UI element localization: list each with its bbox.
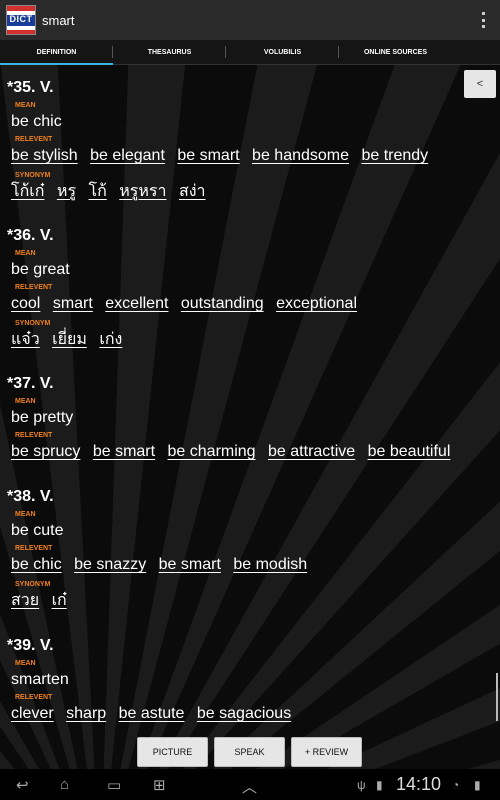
- recent-apps-icon[interactable]: ▭: [107, 776, 121, 794]
- tab-thesaurus[interactable]: THESAURUS: [113, 40, 226, 65]
- word-link[interactable]: be elegant: [90, 147, 165, 164]
- word-link[interactable]: be beautiful: [368, 443, 451, 460]
- mean-text: be chic: [11, 113, 62, 130]
- word-link[interactable]: be trendy: [361, 147, 428, 164]
- word-link[interactable]: be stylish: [11, 147, 78, 164]
- mean-label: MEAN: [15, 660, 36, 667]
- relevent-label: RELEVENT: [15, 694, 53, 701]
- app-logo-icon[interactable]: DICT: [6, 5, 36, 35]
- word-link[interactable]: แจ๋ว: [11, 331, 40, 348]
- sd-card-icon: ▮: [376, 778, 383, 792]
- word-link[interactable]: be smart: [93, 443, 155, 460]
- relevent-words: be chic be snazzy be smart be modish: [11, 554, 497, 578]
- word-link[interactable]: สง่า: [179, 183, 206, 200]
- word-link[interactable]: be sagacious: [197, 705, 291, 722]
- mean-text: be cute: [11, 522, 64, 539]
- relevent-words: be sprucy be smart be charming be attrac…: [11, 441, 497, 465]
- battery-icon: ▮: [474, 778, 481, 792]
- search-term-title: smart: [42, 12, 75, 28]
- word-link[interactable]: be handsome: [252, 147, 349, 164]
- mean-label: MEAN: [15, 102, 36, 109]
- clock: 14:10: [396, 774, 442, 794]
- mean-text: smarten: [11, 671, 69, 688]
- mean-text: be great: [11, 261, 70, 278]
- word-link[interactable]: หรูหรา: [119, 183, 166, 200]
- usb-icon: ψ: [357, 778, 366, 792]
- mean-text: be pretty: [11, 409, 74, 426]
- word-link[interactable]: exceptional: [276, 295, 357, 312]
- relevent-label: RELEVENT: [15, 545, 53, 552]
- synonym-label: SYNONYM: [15, 581, 51, 588]
- word-link[interactable]: be modish: [233, 556, 307, 573]
- wifi-icon: ◔: [452, 778, 460, 792]
- word-link[interactable]: be sprucy: [11, 443, 80, 460]
- entry-36: *36. V. MEAN be great RELEVENT cool smar…: [7, 225, 497, 353]
- word-link[interactable]: สวย: [11, 592, 39, 609]
- home-nav-icon[interactable]: ⌂: [60, 776, 69, 793]
- speak-button[interactable]: SPEAK: [214, 737, 285, 767]
- tab-volubilis[interactable]: VOLUBILIS: [226, 40, 339, 65]
- mean-label: MEAN: [15, 250, 36, 257]
- tab-bar: DEFINITION THESAURUS VOLUBILIS ONLINE SO…: [0, 40, 500, 66]
- word-link[interactable]: be charming: [168, 443, 256, 460]
- add-review-button[interactable]: + REVIEW: [291, 737, 362, 767]
- relevent-words: be stylish be elegant be smart be handso…: [11, 145, 497, 169]
- entry-title: *38. V.: [7, 488, 54, 505]
- entry-title: *39. V.: [7, 637, 54, 654]
- word-link[interactable]: โก้เก๋: [11, 183, 44, 200]
- synonym-words: โก้เก๋ หรู โก้ หรูหรา สง่า: [11, 181, 497, 205]
- relevent-words: clever sharp be astute be sagacious: [11, 703, 497, 727]
- word-link[interactable]: be smart: [177, 147, 239, 164]
- tab-online-sources[interactable]: ONLINE SOURCES: [339, 40, 452, 65]
- logo-text: DICT: [9, 14, 33, 24]
- relevent-label: RELEVENT: [15, 136, 53, 143]
- relevent-label: RELEVENT: [15, 432, 53, 439]
- word-link[interactable]: เก๋: [52, 592, 67, 609]
- back-nav-icon[interactable]: ↩: [16, 776, 29, 794]
- mean-label: MEAN: [15, 398, 36, 405]
- scroll-indicator[interactable]: [496, 673, 498, 721]
- word-link[interactable]: be chic: [11, 556, 62, 573]
- relevent-label: RELEVENT: [15, 284, 53, 291]
- menu-up-icon[interactable]: ︿: [242, 776, 257, 797]
- word-link[interactable]: smart: [53, 295, 93, 312]
- tab-definition[interactable]: DEFINITION: [0, 40, 113, 66]
- word-link[interactable]: เก่ง: [99, 331, 122, 348]
- word-link[interactable]: เยี่ยม: [52, 331, 87, 348]
- mean-label: MEAN: [15, 511, 36, 518]
- word-link[interactable]: excellent: [105, 295, 168, 312]
- action-bar: DICT smart: [0, 0, 500, 40]
- synonym-label: SYNONYM: [15, 172, 51, 179]
- word-link[interactable]: be attractive: [268, 443, 355, 460]
- word-link[interactable]: outstanding: [181, 295, 264, 312]
- entry-title: *37. V.: [7, 375, 54, 392]
- word-link[interactable]: be astute: [119, 705, 185, 722]
- definition-list[interactable]: < *35. V. MEAN be chic RELEVENT be styli…: [0, 65, 500, 769]
- word-link[interactable]: cool: [11, 295, 40, 312]
- word-link[interactable]: be smart: [159, 556, 221, 573]
- word-link[interactable]: sharp: [66, 705, 106, 722]
- system-bar: ↩ ⌂ ▭ ⊞ ︿ ψ ▮ 14:10 ◔ ▮: [0, 770, 500, 800]
- relevent-words: cool smart excellent outstanding excepti…: [11, 293, 497, 317]
- entry-title: *36. V.: [7, 227, 54, 244]
- entry-38: *38. V. MEAN be cute RELEVENT be chic be…: [7, 486, 497, 614]
- word-link[interactable]: หรู: [57, 183, 76, 200]
- screenshot-icon[interactable]: ⊞: [153, 776, 166, 794]
- entry-37: *37. V. MEAN be pretty RELEVENT be spruc…: [7, 373, 497, 465]
- entry-39: *39. V. MEAN smarten RELEVENT clever sha…: [7, 635, 497, 727]
- overflow-menu-icon[interactable]: [482, 12, 486, 28]
- synonym-words: สวย เก๋: [11, 590, 497, 614]
- picture-button[interactable]: PICTURE: [137, 737, 208, 767]
- word-link[interactable]: clever: [11, 705, 54, 722]
- word-link[interactable]: โก้: [88, 183, 106, 200]
- word-link[interactable]: be snazzy: [74, 556, 146, 573]
- entry-35: *35. V. MEAN be chic RELEVENT be stylish…: [7, 77, 497, 205]
- synonym-words: แจ๋ว เยี่ยม เก่ง: [11, 329, 497, 353]
- entry-title: *35. V.: [7, 79, 54, 96]
- synonym-label: SYNONYM: [15, 320, 51, 327]
